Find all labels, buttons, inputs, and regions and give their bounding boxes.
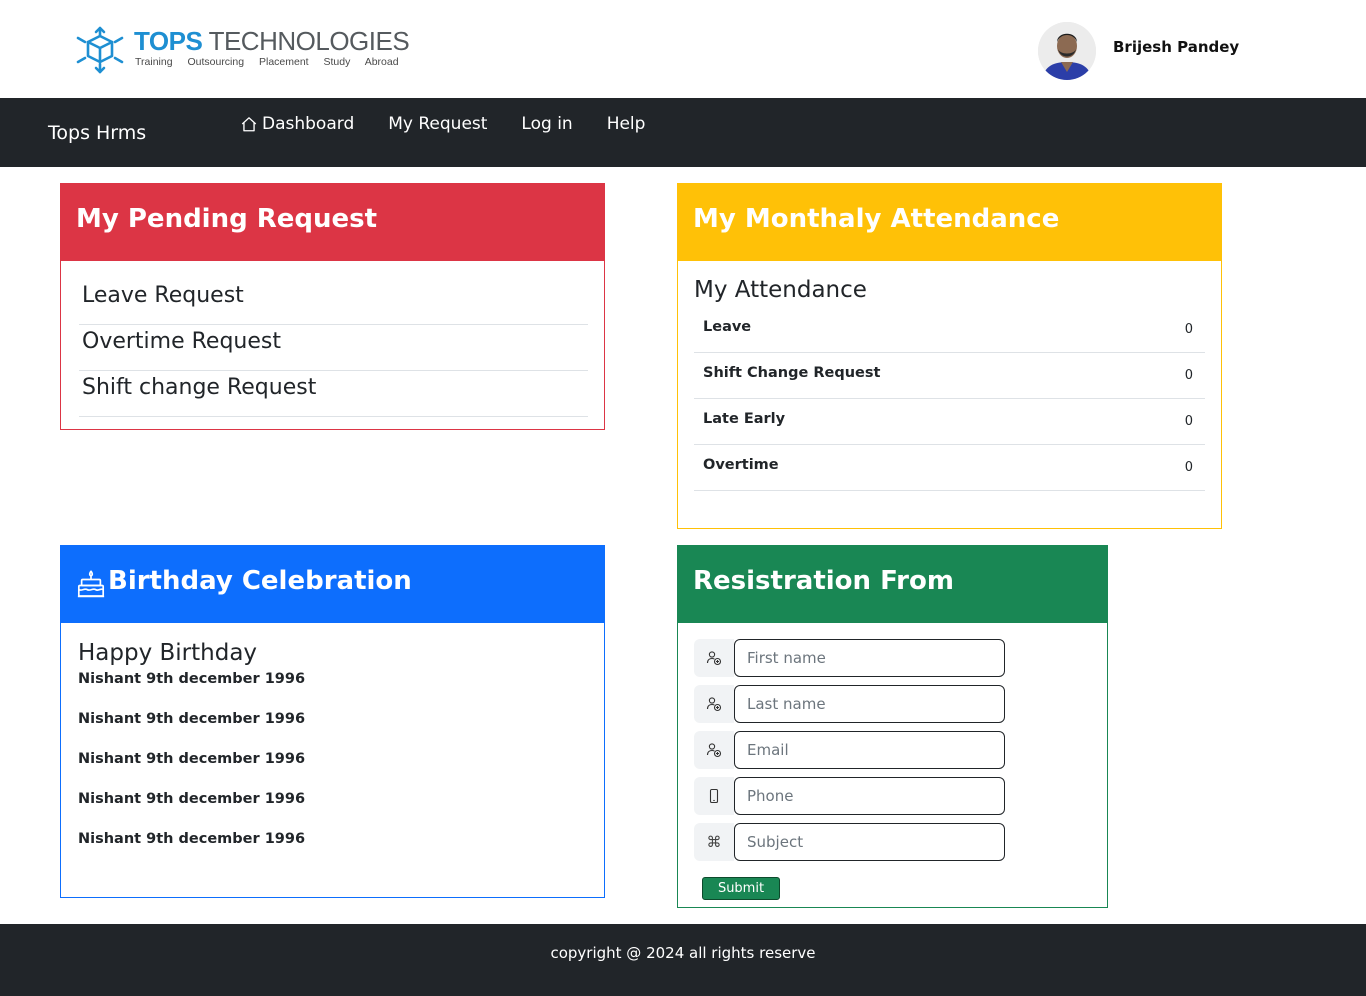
list-item: Nishant 9th december 1996 <box>78 751 306 767</box>
row-value: 0 <box>1184 414 1193 429</box>
command-icon: ⌘ <box>694 823 734 861</box>
nav-item-label: Dashboard <box>262 114 355 134</box>
registration-form: ⌘ Submit <box>678 623 1107 900</box>
cube-logo-icon <box>76 26 124 74</box>
first-name-input[interactable] <box>734 639 1005 677</box>
cake-icon <box>77 570 105 598</box>
subject-input[interactable] <box>734 823 1005 861</box>
avatar[interactable] <box>1038 22 1096 80</box>
last-name-field <box>694 685 1107 723</box>
table-row: Late Early 0 <box>694 399 1205 445</box>
footer: copyright @ 2024 all rights reserve <box>0 924 1366 996</box>
navbar-brand[interactable]: Tops Hrms <box>48 122 146 144</box>
main-navbar: Tops Hrms Dashboard My Request Log in He… <box>0 98 1366 167</box>
person-add-icon <box>694 639 734 677</box>
nav-item-dashboard[interactable]: Dashboard <box>240 114 371 134</box>
company-logo[interactable]: TOPS TECHNOLOGIES Training Outsourcing P… <box>74 24 410 76</box>
list-item: Nishant 9th december 1996 <box>78 711 306 727</box>
card-title: Resistration From <box>678 546 1107 623</box>
nav-item-label: Log in <box>521 114 573 134</box>
phone-field <box>694 777 1107 815</box>
email-input[interactable] <box>734 731 1005 769</box>
nav-item-my-request[interactable]: My Request <box>371 114 504 134</box>
card-header: Birthday Celebration <box>61 546 604 623</box>
row-label: Leave <box>703 318 752 335</box>
nav-item-log-in[interactable]: Log in <box>504 114 589 134</box>
birthday-card: Birthday Celebration Happy Birthday Nish… <box>60 545 605 898</box>
row-value: 0 <box>1184 322 1193 337</box>
logo-tagline: Training Outsourcing Placement Study Abr… <box>135 56 399 68</box>
person-add-icon <box>694 731 734 769</box>
phone-icon <box>694 777 734 815</box>
last-name-input[interactable] <box>734 685 1005 723</box>
registration-card: Resistration From ⌘ <box>677 545 1108 908</box>
nav-item-help[interactable]: Help <box>590 114 663 134</box>
home-icon <box>241 117 257 132</box>
first-name-field <box>694 639 1107 677</box>
table-row: Leave 0 <box>694 307 1205 353</box>
table-row: Shift Change Request 0 <box>694 353 1205 399</box>
card-title: My Pending Request <box>61 184 604 261</box>
nav-item-label: Help <box>606 114 646 134</box>
list-item[interactable]: Shift change Request <box>79 371 588 417</box>
row-label: Late Early <box>703 410 786 427</box>
card-title: Birthday Celebration <box>108 566 412 596</box>
user-name: Brijesh Pandey <box>1113 38 1240 56</box>
subject-field: ⌘ <box>694 823 1107 861</box>
row-value: 0 <box>1184 460 1193 475</box>
row-label: Shift Change Request <box>703 364 881 381</box>
list-item[interactable]: Leave Request <box>79 279 588 325</box>
email-field <box>694 731 1107 769</box>
monthly-attendance-card: My Monthaly Attendance My Attendance Lea… <box>677 183 1222 529</box>
phone-input[interactable] <box>734 777 1005 815</box>
submit-button[interactable]: Submit <box>702 877 780 900</box>
nav-item-label: My Request <box>388 114 488 134</box>
row-label: Overtime <box>703 456 779 473</box>
card-title: My Monthaly Attendance <box>678 184 1221 261</box>
list-item: Nishant 9th december 1996 <box>78 791 306 807</box>
list-item: Nishant 9th december 1996 <box>78 671 306 687</box>
nav-links: Dashboard My Request Log in Help <box>240 114 662 134</box>
list-item: Nishant 9th december 1996 <box>78 831 306 847</box>
list-item[interactable]: Overtime Request <box>79 325 588 371</box>
row-value: 0 <box>1184 368 1193 383</box>
person-add-icon <box>694 685 734 723</box>
table-row: Overtime 0 <box>694 445 1205 491</box>
top-header: TOPS TECHNOLOGIES Training Outsourcing P… <box>0 0 1366 98</box>
pending-request-card: My Pending Request Leave Request Overtim… <box>60 183 605 430</box>
birthday-subtitle: Happy Birthday <box>78 640 258 666</box>
logo-wordmark: TOPS TECHNOLOGIES <box>134 26 410 56</box>
copyright-text: copyright @ 2024 all rights reserve <box>550 944 816 962</box>
attendance-subtitle: My Attendance <box>694 277 867 303</box>
request-list: Leave Request Overtime Request Shift cha… <box>61 261 604 417</box>
